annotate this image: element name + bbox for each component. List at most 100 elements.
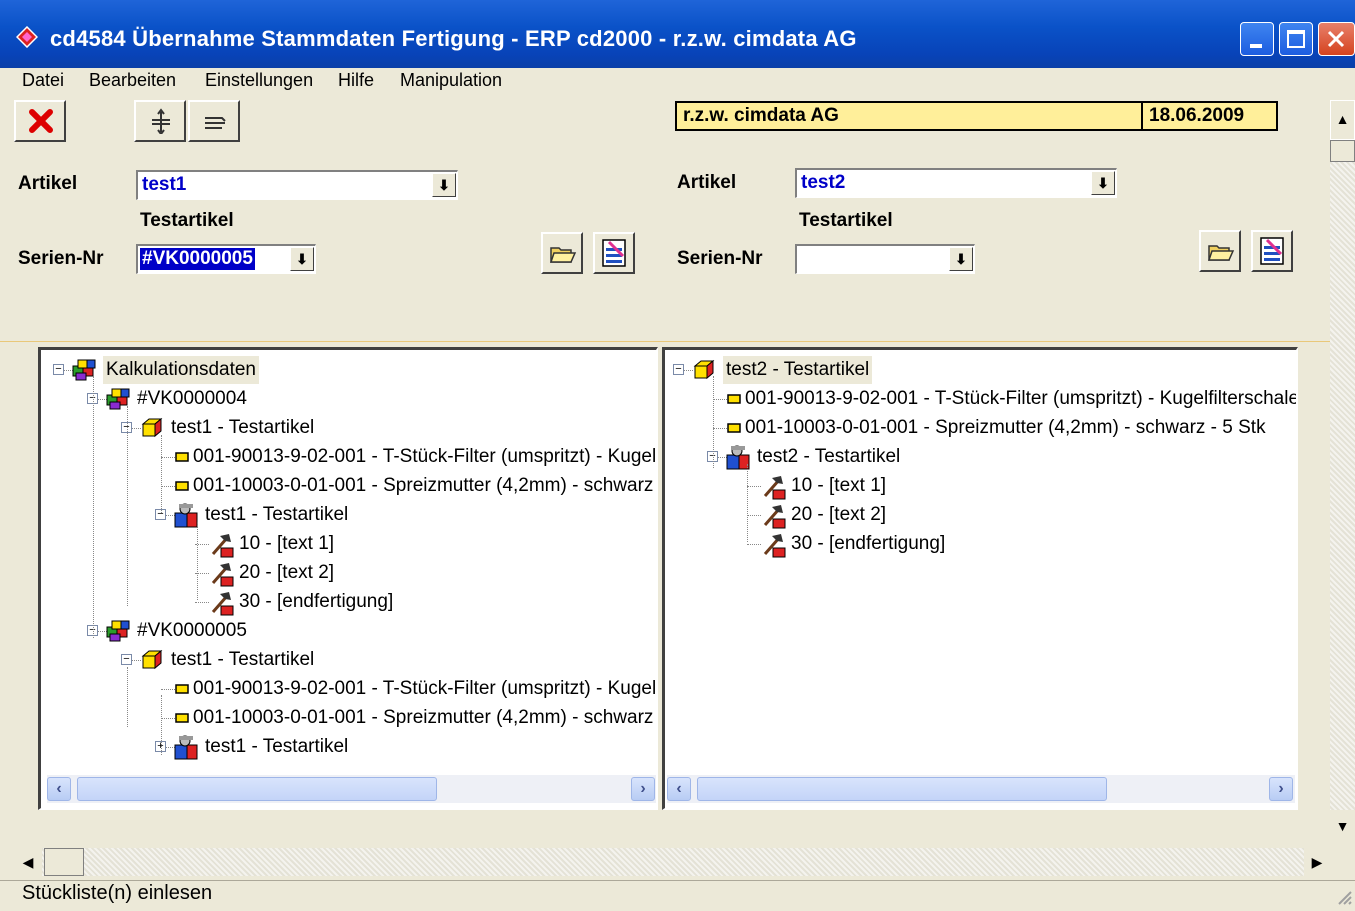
part-icon [725,387,743,415]
dropdown-arrow-icon[interactable]: ⬇ [949,247,973,271]
tree-node-label: Kalkulationsdaten [103,356,259,384]
multi-cube-icon [105,387,133,420]
cube-icon [691,358,715,389]
tree-right[interactable]: − test2 - Testartikel 001-90013-9-02-001 -… [665,350,1296,775]
menu-einstellungen[interactable]: Einstellungen [205,70,313,91]
tree-guide [713,376,714,468]
tree-node-label: 30 - [endfertigung] [239,591,394,612]
tree-node-label: 001-10003-0-01-001 - Spreizmutter (4,2mm… [193,707,656,728]
tree-node-label: test2 - Testartikel [757,446,901,467]
window-hscrollbar[interactable]: ◀ ▶ [14,848,1330,876]
artikel-value-right: test2 [801,172,846,193]
tree-node-label: #VK0000004 [137,388,247,409]
tree-node-label: test1 - Testartikel [205,736,349,757]
menu-hilfe[interactable]: Hilfe [338,70,374,91]
worker-icon [173,735,201,770]
serien-value-left: #VK0000005 [140,248,255,270]
scroll-thumb-left[interactable] [77,777,437,801]
part-icon [173,474,191,502]
red-x-icon [29,109,53,133]
hscrollbar-left[interactable]: ‹ › [47,775,656,803]
tree-node-label: 001-10003-0-01-001 - Spreizmutter (4,2mm… [745,417,1266,438]
company-field: r.z.w. cimdata AG [675,101,1143,131]
dropdown-arrow-icon[interactable]: ⬇ [1091,171,1115,195]
tree-node-label: 001-90013-9-02-001 - T-Stück-Filter (ums… [193,446,657,467]
serien-label-right: Serien-Nr [677,248,763,269]
cancel-button[interactable] [14,100,66,142]
menu-bearbeiten[interactable]: Bearbeiten [89,70,176,91]
minimize-button[interactable] [1240,22,1274,56]
artikel-combo-right[interactable]: test2 ⬇ [795,168,1117,198]
cube-icon [139,648,163,679]
window-title: cd4584 Übernahme Stammdaten Fertigung - … [50,26,857,51]
scroll-left-icon[interactable]: ‹ [667,777,691,801]
tree-panel-left[interactable]: − Kalkulationsdaten − #VK0000004− test1 - Te… [38,347,658,810]
expand-arrows-icon [152,108,170,134]
collapse-minus-icon[interactable]: − [121,654,132,665]
menu-bar [0,68,1355,94]
tree-node-label: 30 - [endfertigung] [791,533,946,554]
tree-node-label: 001-90013-9-02-001 - T-Stück-Filter (ums… [745,388,1298,409]
tree-node-label: 10 - [text 1] [791,475,887,496]
tree-node-label: test2 - Testartikel [723,356,873,384]
collapse-minus-icon[interactable]: − [673,364,684,375]
tree-panel-right[interactable]: − test2 - Testartikel 001-90013-9-02-001 -… [662,347,1298,810]
scroll-left-icon[interactable]: ◀ [14,848,42,876]
maximize-icon [1287,30,1305,48]
scroll-up-icon[interactable]: ▲ [1330,100,1355,140]
status-text: Stückliste(n) einlesen [22,882,213,904]
tree-node-label: test1 - Testartikel [171,417,315,438]
artikel-label-right: Artikel [677,172,737,193]
scroll-right-icon[interactable]: ▶ [1304,848,1330,876]
dropdown-arrow-icon[interactable]: ⬇ [432,173,456,197]
scroll-left-icon[interactable]: ‹ [47,777,71,801]
tree-guide [93,376,94,638]
cube-icon [139,416,163,447]
scroll-thumb[interactable] [44,848,84,876]
tree-left[interactable]: − Kalkulationsdaten − #VK0000004− test1 - Te… [41,350,656,775]
close-window-button[interactable] [1318,22,1355,56]
artikel-combo-left[interactable]: test1 ⬇ [136,170,458,200]
serien-combo-right[interactable]: ⬇ [795,244,975,274]
close-icon [1327,30,1345,48]
artikel-desc-left: Testartikel [140,210,234,231]
tree-node-label: 20 - [text 2] [791,504,887,525]
menu-manipulation[interactable]: Manipulation [400,70,502,91]
part-icon [173,706,191,734]
scroll-thumb[interactable] [1330,140,1355,162]
open-folder-button-left[interactable] [541,232,583,274]
tree-node-label: #VK0000005 [137,620,247,641]
hscrollbar-right[interactable]: ‹ › [667,775,1295,803]
collapse-lines-icon [205,117,226,129]
maximize-button[interactable] [1279,22,1313,56]
scroll-right-icon[interactable]: › [631,777,655,801]
tree-node-label: 001-90013-9-02-001 - T-Stück-Filter (ums… [193,678,657,699]
edit-list-button-left[interactable] [593,232,635,274]
tree-node-label: test1 - Testartikel [205,504,349,525]
scroll-down-icon[interactable]: ▼ [1330,810,1355,845]
resize-grip-icon[interactable] [1335,888,1353,906]
part-icon [173,677,191,705]
multi-cube-icon [105,619,133,652]
edit-list-button-right[interactable] [1251,230,1293,272]
scroll-right-icon[interactable]: › [1269,777,1293,801]
part-icon [173,445,191,473]
window-vscrollbar[interactable]: ▲ ▼ [1330,100,1355,845]
tree-guide [127,667,128,727]
open-folder-button-right[interactable] [1199,230,1241,272]
artikel-value-left: test1 [142,174,187,195]
tree-guide [197,522,198,600]
tree-node-label: test1 - Testartikel [171,649,315,670]
collapse-tree-button[interactable] [188,100,240,142]
list-pencil-icon [1260,237,1284,265]
scroll-thumb-right[interactable] [697,777,1107,801]
dropdown-arrow-icon[interactable]: ⬇ [290,247,314,271]
artikel-label-left: Artikel [18,173,78,194]
part-icon [725,416,743,444]
expand-tree-button[interactable] [134,100,186,142]
tree-node-label: 10 - [text 1] [239,533,335,554]
separator [0,341,1330,342]
menu-datei[interactable]: Datei [22,70,64,91]
collapse-minus-icon[interactable]: − [53,364,64,375]
serien-combo-left[interactable]: #VK0000005 ⬇ [136,244,316,274]
